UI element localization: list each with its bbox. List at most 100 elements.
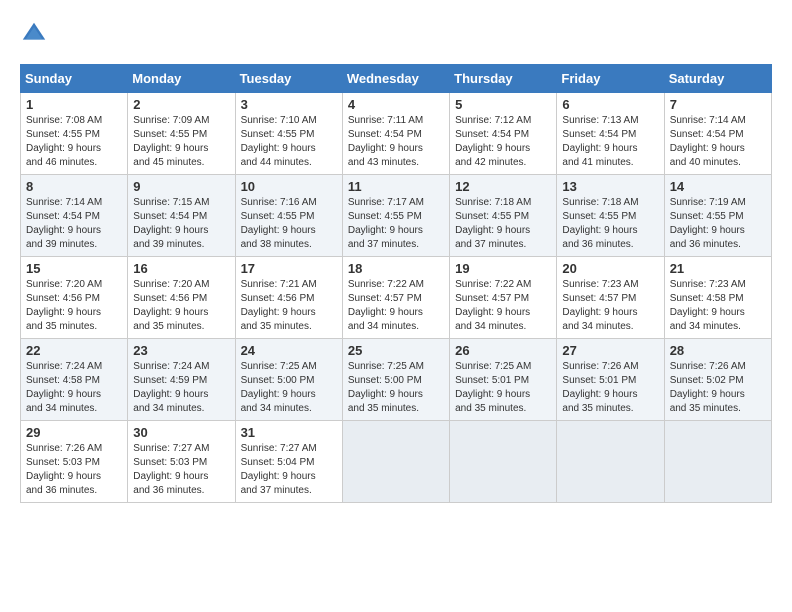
calendar-day-cell: 1Sunrise: 7:08 AM Sunset: 4:55 PM Daylig… (21, 93, 128, 175)
calendar-day-cell: 21 Sunrise: 7:23 AM Sunset: 4:58 PM Dayli… (664, 257, 771, 339)
calendar-day-cell: 10 Sunrise: 7:16 AM Sunset: 4:55 PM Dayli… (235, 175, 342, 257)
day-info: Sunrise: 7:13 AM Sunset: 4:54 PM Dayligh… (562, 114, 658, 170)
day-info: Sunrise: 7:19 AM Sunset: 4:55 PM Dayligh… (670, 196, 766, 252)
day-info: Sunrise: 7:24 AM Sunset: 4:59 PM Dayligh… (133, 360, 229, 416)
calendar-day-cell: 24 Sunrise: 7:25 AM Sunset: 5:00 PM Dayli… (235, 339, 342, 421)
calendar-day-cell: 7 Sunrise: 7:14 AM Sunset: 4:54 PM Daylig… (664, 93, 771, 175)
day-info: Sunrise: 7:09 AM Sunset: 4:55 PM Dayligh… (133, 114, 229, 170)
day-number: 24 (241, 343, 337, 358)
calendar-week-row: 22Sunrise: 7:24 AM Sunset: 4:58 PM Dayli… (21, 339, 772, 421)
calendar-day-cell: 2 Sunrise: 7:09 AM Sunset: 4:55 PM Daylig… (128, 93, 235, 175)
calendar-week-row: 29 Sunrise: 7:26 AM Sunset: 5:03 PM Dayli… (21, 421, 772, 503)
calendar-week-row: 15 Sunrise: 7:20 AM Sunset: 4:56 PM Dayli… (21, 257, 772, 339)
weekday-header: Saturday (664, 65, 771, 93)
day-number: 28 (670, 343, 766, 358)
calendar-week-row: 8Sunrise: 7:14 AM Sunset: 4:54 PM Daylig… (21, 175, 772, 257)
calendar-day-cell: 12 Sunrise: 7:18 AM Sunset: 4:55 PM Dayli… (450, 175, 557, 257)
logo (20, 20, 52, 48)
day-number: 16 (133, 261, 229, 276)
weekday-header: Thursday (450, 65, 557, 93)
calendar-table: SundayMondayTuesdayWednesdayThursdayFrid… (20, 64, 772, 503)
calendar-day-cell: 26 Sunrise: 7:25 AM Sunset: 5:01 PM Dayli… (450, 339, 557, 421)
weekday-header: Monday (128, 65, 235, 93)
page-header (20, 20, 772, 48)
calendar-day-cell: 16 Sunrise: 7:20 AM Sunset: 4:56 PM Dayli… (128, 257, 235, 339)
calendar-day-cell: 25 Sunrise: 7:25 AM Sunset: 5:00 PM Dayli… (342, 339, 449, 421)
calendar-day-cell: 19 Sunrise: 7:22 AM Sunset: 4:57 PM Dayli… (450, 257, 557, 339)
calendar-day-cell: 31 Sunrise: 7:27 AM Sunset: 5:04 PM Dayli… (235, 421, 342, 503)
day-number: 27 (562, 343, 658, 358)
calendar-week-row: 1Sunrise: 7:08 AM Sunset: 4:55 PM Daylig… (21, 93, 772, 175)
day-number: 2 (133, 97, 229, 112)
day-number: 9 (133, 179, 229, 194)
day-info: Sunrise: 7:20 AM Sunset: 4:56 PM Dayligh… (133, 278, 229, 334)
day-info: Sunrise: 7:23 AM Sunset: 4:58 PM Dayligh… (670, 278, 766, 334)
calendar-day-cell (342, 421, 449, 503)
day-info: Sunrise: 7:27 AM Sunset: 5:04 PM Dayligh… (241, 442, 337, 498)
day-info: Sunrise: 7:25 AM Sunset: 5:00 PM Dayligh… (348, 360, 444, 416)
day-info: Sunrise: 7:20 AM Sunset: 4:56 PM Dayligh… (26, 278, 122, 334)
day-number: 26 (455, 343, 551, 358)
day-info: Sunrise: 7:26 AM Sunset: 5:03 PM Dayligh… (26, 442, 122, 498)
calendar-day-cell (450, 421, 557, 503)
day-info: Sunrise: 7:25 AM Sunset: 5:00 PM Dayligh… (241, 360, 337, 416)
day-number: 18 (348, 261, 444, 276)
day-number: 21 (670, 261, 766, 276)
weekday-header: Wednesday (342, 65, 449, 93)
day-number: 11 (348, 179, 444, 194)
day-info: Sunrise: 7:26 AM Sunset: 5:01 PM Dayligh… (562, 360, 658, 416)
day-number: 25 (348, 343, 444, 358)
weekday-header: Sunday (21, 65, 128, 93)
day-info: Sunrise: 7:10 AM Sunset: 4:55 PM Dayligh… (241, 114, 337, 170)
day-number: 29 (26, 425, 122, 440)
day-info: Sunrise: 7:11 AM Sunset: 4:54 PM Dayligh… (348, 114, 444, 170)
day-info: Sunrise: 7:22 AM Sunset: 4:57 PM Dayligh… (455, 278, 551, 334)
calendar-day-cell: 11 Sunrise: 7:17 AM Sunset: 4:55 PM Dayli… (342, 175, 449, 257)
day-number: 7 (670, 97, 766, 112)
calendar-day-cell: 15 Sunrise: 7:20 AM Sunset: 4:56 PM Dayli… (21, 257, 128, 339)
day-info: Sunrise: 7:22 AM Sunset: 4:57 PM Dayligh… (348, 278, 444, 334)
day-number: 22 (26, 343, 122, 358)
day-number: 10 (241, 179, 337, 194)
calendar-day-cell: 8Sunrise: 7:14 AM Sunset: 4:54 PM Daylig… (21, 175, 128, 257)
day-number: 13 (562, 179, 658, 194)
calendar-day-cell: 23Sunrise: 7:24 AM Sunset: 4:59 PM Dayli… (128, 339, 235, 421)
day-number: 12 (455, 179, 551, 194)
weekday-header: Friday (557, 65, 664, 93)
calendar-day-cell: 30 Sunrise: 7:27 AM Sunset: 5:03 PM Dayli… (128, 421, 235, 503)
day-number: 30 (133, 425, 229, 440)
calendar-day-cell: 3 Sunrise: 7:10 AM Sunset: 4:55 PM Daylig… (235, 93, 342, 175)
day-number: 19 (455, 261, 551, 276)
day-number: 31 (241, 425, 337, 440)
day-info: Sunrise: 7:26 AM Sunset: 5:02 PM Dayligh… (670, 360, 766, 416)
day-info: Sunrise: 7:27 AM Sunset: 5:03 PM Dayligh… (133, 442, 229, 498)
calendar-day-cell: 20 Sunrise: 7:23 AM Sunset: 4:57 PM Dayli… (557, 257, 664, 339)
day-number: 14 (670, 179, 766, 194)
day-info: Sunrise: 7:15 AM Sunset: 4:54 PM Dayligh… (133, 196, 229, 252)
day-info: Sunrise: 7:21 AM Sunset: 4:56 PM Dayligh… (241, 278, 337, 334)
day-number: 6 (562, 97, 658, 112)
day-info: Sunrise: 7:23 AM Sunset: 4:57 PM Dayligh… (562, 278, 658, 334)
calendar-day-cell (664, 421, 771, 503)
calendar-day-cell: 22Sunrise: 7:24 AM Sunset: 4:58 PM Dayli… (21, 339, 128, 421)
day-info: Sunrise: 7:16 AM Sunset: 4:55 PM Dayligh… (241, 196, 337, 252)
weekday-header-row: SundayMondayTuesdayWednesdayThursdayFrid… (21, 65, 772, 93)
day-number: 20 (562, 261, 658, 276)
day-number: 8 (26, 179, 122, 194)
calendar-day-cell: 4 Sunrise: 7:11 AM Sunset: 4:54 PM Daylig… (342, 93, 449, 175)
day-info: Sunrise: 7:17 AM Sunset: 4:55 PM Dayligh… (348, 196, 444, 252)
day-info: Sunrise: 7:25 AM Sunset: 5:01 PM Dayligh… (455, 360, 551, 416)
day-info: Sunrise: 7:18 AM Sunset: 4:55 PM Dayligh… (455, 196, 551, 252)
day-info: Sunrise: 7:08 AM Sunset: 4:55 PM Dayligh… (26, 114, 122, 170)
day-number: 15 (26, 261, 122, 276)
calendar-day-cell: 29 Sunrise: 7:26 AM Sunset: 5:03 PM Dayli… (21, 421, 128, 503)
day-number: 3 (241, 97, 337, 112)
calendar-day-cell: 27 Sunrise: 7:26 AM Sunset: 5:01 PM Dayli… (557, 339, 664, 421)
day-number: 17 (241, 261, 337, 276)
day-info: Sunrise: 7:14 AM Sunset: 4:54 PM Dayligh… (670, 114, 766, 170)
day-number: 4 (348, 97, 444, 112)
calendar-day-cell: 13Sunrise: 7:18 AM Sunset: 4:55 PM Dayli… (557, 175, 664, 257)
calendar-day-cell: 17 Sunrise: 7:21 AM Sunset: 4:56 PM Dayli… (235, 257, 342, 339)
day-info: Sunrise: 7:12 AM Sunset: 4:54 PM Dayligh… (455, 114, 551, 170)
calendar-day-cell: 5Sunrise: 7:12 AM Sunset: 4:54 PM Daylig… (450, 93, 557, 175)
